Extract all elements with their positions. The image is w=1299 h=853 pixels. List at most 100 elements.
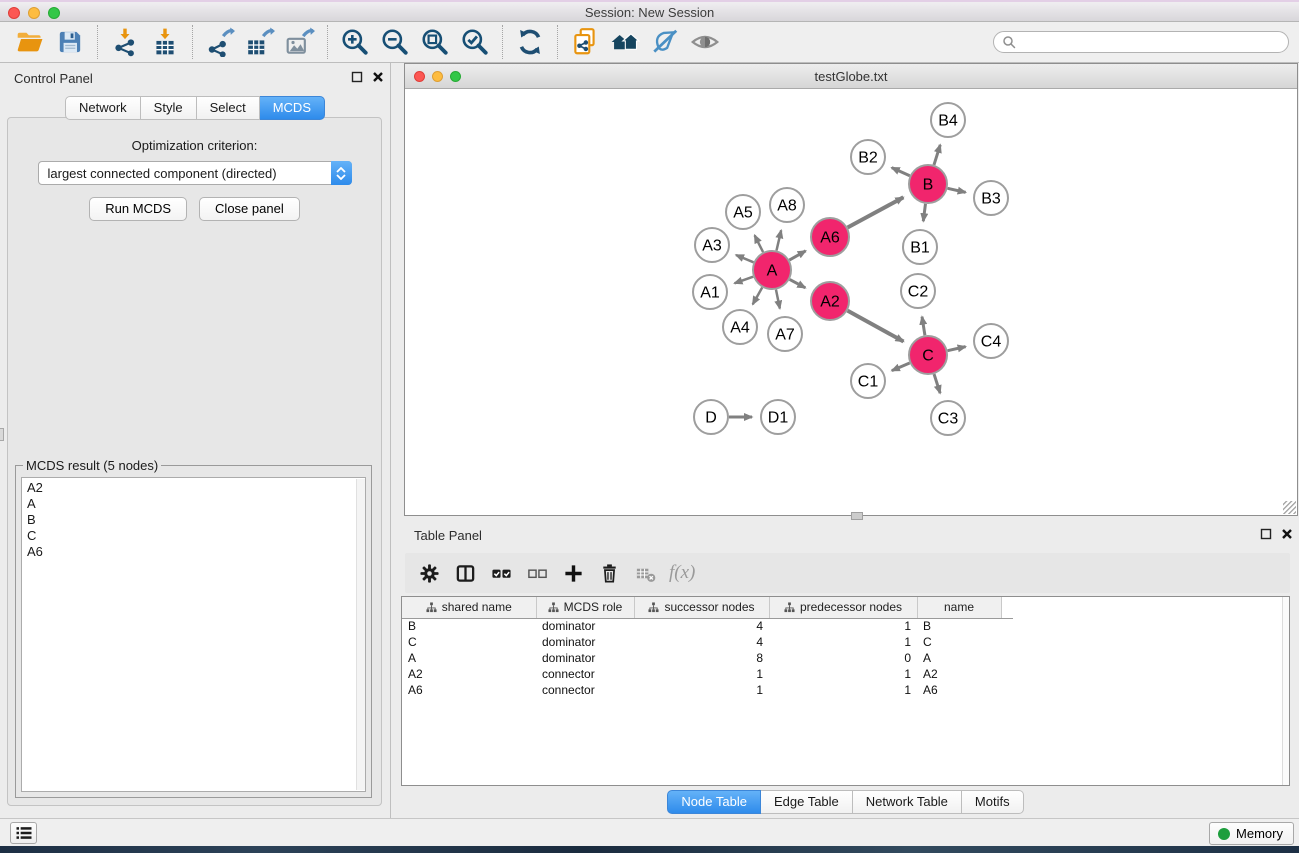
edge-A-A7[interactable] xyxy=(776,290,780,309)
memory-button[interactable]: Memory xyxy=(1209,822,1294,845)
network-canvas[interactable]: B4B2BB3A8A5A6A3B1AA1C2A2A4A7C4CC1DD1C3 xyxy=(405,89,1297,515)
close-panel-icon[interactable] xyxy=(372,71,384,83)
table-row[interactable]: A2connector11A2 xyxy=(402,666,1013,682)
tab-mcds[interactable]: MCDS xyxy=(260,96,325,120)
zoom-fit-icon xyxy=(420,27,450,57)
zoom-selected-button[interactable] xyxy=(455,24,495,60)
table-cell: C xyxy=(917,634,1001,650)
edge-A-A6[interactable] xyxy=(789,251,805,260)
zoom-in-button[interactable] xyxy=(335,24,375,60)
edge-A6-B[interactable] xyxy=(848,197,904,227)
mcds-result-item[interactable]: A2 xyxy=(27,480,365,496)
home-view-button[interactable] xyxy=(605,24,645,60)
hide-annotations-button[interactable] xyxy=(645,24,685,60)
edge-C-C2[interactable] xyxy=(922,317,925,336)
mcds-result-item[interactable]: C xyxy=(27,528,365,544)
tab-network-table[interactable]: Network Table xyxy=(853,790,962,814)
select-all-button[interactable] xyxy=(483,557,519,589)
refresh-view-button[interactable] xyxy=(510,24,550,60)
node-label-C3: C3 xyxy=(938,411,959,428)
create-column-button[interactable] xyxy=(555,557,591,589)
edge-B-B3[interactable] xyxy=(948,188,966,192)
mcds-result-item[interactable]: A xyxy=(27,496,365,512)
task-list-icon xyxy=(14,823,34,843)
column-header-shared-name[interactable]: shared name xyxy=(402,597,536,618)
open-file-button[interactable] xyxy=(10,24,50,60)
column-header-predecessor-nodes[interactable]: predecessor nodes xyxy=(769,597,917,618)
column-sort-icon xyxy=(548,602,559,613)
delete-column-button[interactable] xyxy=(591,557,627,589)
column-header-successor-nodes[interactable]: successor nodes xyxy=(634,597,769,618)
table-cell: A xyxy=(402,650,536,666)
toolbar-separator xyxy=(192,25,193,59)
tab-style[interactable]: Style xyxy=(141,96,197,120)
titlebar: Session: New Session xyxy=(0,0,1299,22)
export-image-button[interactable] xyxy=(280,24,320,60)
float-table-panel-icon[interactable] xyxy=(1260,528,1272,540)
mcds-result-title: MCDS result (5 nodes) xyxy=(23,458,161,473)
delete-table-button[interactable] xyxy=(627,557,663,589)
table-scrollbar[interactable] xyxy=(1282,597,1289,785)
run-mcds-button[interactable]: Run MCDS xyxy=(89,197,187,221)
edge-B-B1[interactable] xyxy=(923,204,925,221)
edge-A-A1[interactable] xyxy=(735,277,754,284)
mcds-result-item[interactable]: B xyxy=(27,512,365,528)
node-label-C4: C4 xyxy=(981,334,1002,351)
edge-C-C4[interactable] xyxy=(948,347,966,351)
zoom-out-icon xyxy=(380,27,410,57)
table-row[interactable]: Cdominator41C xyxy=(402,634,1013,650)
tab-select[interactable]: Select xyxy=(197,96,260,120)
save-session-button[interactable] xyxy=(50,24,90,60)
search-input[interactable] xyxy=(1020,35,1280,49)
float-panel-icon[interactable] xyxy=(351,71,363,83)
tab-node-table[interactable]: Node Table xyxy=(667,790,761,814)
column-header-MCDS-role[interactable]: MCDS role xyxy=(536,597,634,618)
deselect-all-button[interactable] xyxy=(519,557,555,589)
clone-network-button[interactable] xyxy=(565,24,605,60)
criterion-dropdown[interactable]: largest connected component (directed) xyxy=(38,161,352,185)
table-panel: Table Panel f(x) shared nameMCDS rolesuc… xyxy=(392,520,1299,818)
mcds-result-item[interactable]: A6 xyxy=(27,544,365,560)
table-row[interactable]: Bdominator41B xyxy=(402,618,1013,634)
deselect-all-icon xyxy=(527,563,548,584)
edge-A2-C[interactable] xyxy=(848,311,904,342)
zoom-in-icon xyxy=(340,27,370,57)
column-header-name[interactable]: name xyxy=(917,597,1001,618)
tab-motifs[interactable]: Motifs xyxy=(962,790,1024,814)
edge-A-A8[interactable] xyxy=(776,230,781,250)
table-row[interactable]: Adominator80A xyxy=(402,650,1013,666)
close-panel-button[interactable]: Close panel xyxy=(199,197,300,221)
export-table-button[interactable] xyxy=(240,24,280,60)
edge-B-B2[interactable] xyxy=(892,168,910,176)
toolbar-separator xyxy=(327,25,328,59)
import-table-button[interactable] xyxy=(145,24,185,60)
application-window: Session: New Session Control Panel Netwo… xyxy=(0,0,1299,853)
search-box[interactable] xyxy=(993,31,1289,53)
close-table-panel-icon[interactable] xyxy=(1281,528,1293,540)
table-settings-button[interactable] xyxy=(411,557,447,589)
edge-A-A5[interactable] xyxy=(755,235,763,252)
zoom-fit-button[interactable] xyxy=(415,24,455,60)
tab-edge-table[interactable]: Edge Table xyxy=(761,790,853,814)
edge-A-A4[interactable] xyxy=(753,287,762,304)
window-resize-handle[interactable] xyxy=(1283,501,1296,514)
toolbar-separator xyxy=(502,25,503,59)
import-network-button[interactable] xyxy=(105,24,145,60)
split-panel-button[interactable] xyxy=(447,557,483,589)
table-cell: 1 xyxy=(769,682,917,698)
edge-A-A3[interactable] xyxy=(736,255,754,262)
edge-A-A2[interactable] xyxy=(790,279,806,287)
function-builder-button[interactable]: f(x) xyxy=(663,562,701,584)
table-row[interactable]: A6connector11A6 xyxy=(402,682,1013,698)
edge-C-C1[interactable] xyxy=(892,363,910,371)
tab-network[interactable]: Network xyxy=(65,96,141,120)
zoom-out-button[interactable] xyxy=(375,24,415,60)
edge-C-C3[interactable] xyxy=(934,374,940,393)
export-network-button[interactable] xyxy=(200,24,240,60)
task-history-button[interactable] xyxy=(10,822,37,844)
show-graphics-details-button[interactable] xyxy=(685,24,725,60)
window-bottom-grip[interactable] xyxy=(851,512,863,520)
splitter-grip[interactable] xyxy=(0,428,4,441)
edge-B-B4[interactable] xyxy=(934,145,940,165)
table-cell: A2 xyxy=(402,666,536,682)
